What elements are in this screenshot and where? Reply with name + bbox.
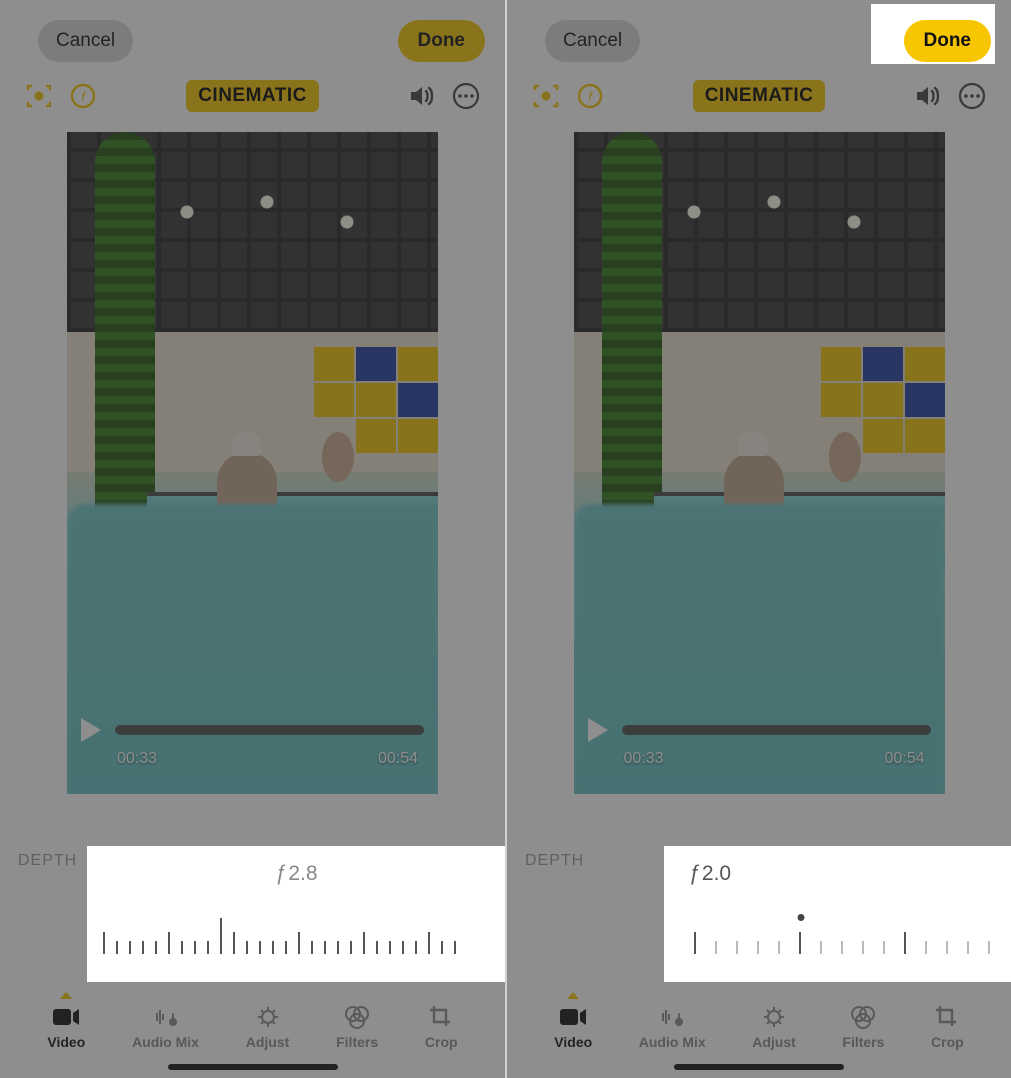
done-button[interactable]: Done — [398, 20, 486, 62]
bottom-tabs: Video Audio Mix Adjust Filters Crop — [0, 1004, 505, 1050]
depth-slider[interactable] — [688, 912, 1001, 960]
svg-text:f: f — [588, 89, 593, 104]
active-tab-dot-icon — [60, 992, 72, 999]
svg-text:f: f — [81, 89, 86, 104]
filters-icon — [342, 1004, 372, 1030]
aperture-icon[interactable]: f — [68, 81, 98, 111]
play-icon[interactable] — [81, 718, 101, 742]
active-tab-dot-icon — [567, 992, 579, 999]
phone-right: Cancel Done f CINEMATIC 00:33 00:54 — [505, 0, 1011, 1078]
top-bar: Cancel Done — [0, 0, 505, 72]
tab-label: Crop — [931, 1034, 964, 1050]
scrubber[interactable] — [622, 725, 931, 735]
bottom-tabs: Video Audio Mix Adjust Filters Crop — [507, 1004, 1011, 1050]
tab-label: Crop — [425, 1034, 458, 1050]
icon-bar: f CINEMATIC — [0, 72, 505, 112]
cinematic-badge[interactable]: CINEMATIC — [693, 80, 826, 112]
depth-control[interactable]: ƒ2.8 — [87, 846, 505, 982]
depth-control[interactable]: ƒ2.0 — [664, 846, 1011, 982]
done-button[interactable]: Done — [904, 20, 992, 62]
tab-label: Filters — [842, 1034, 884, 1050]
volume-icon[interactable] — [407, 81, 437, 111]
tab-crop[interactable]: Crop — [425, 1004, 458, 1050]
tab-label: Audio Mix — [639, 1034, 706, 1050]
scrubber[interactable] — [115, 725, 424, 735]
adjust-icon — [759, 1004, 789, 1030]
audiomix-icon — [657, 1004, 687, 1030]
depth-slider[interactable] — [97, 912, 495, 960]
depth-label: DEPTH — [18, 846, 77, 870]
tab-adjust[interactable]: Adjust — [246, 1004, 290, 1050]
tab-filters[interactable]: Filters — [842, 1004, 884, 1050]
tab-audiomix[interactable]: Audio Mix — [132, 1004, 199, 1050]
cinematic-badge[interactable]: CINEMATIC — [186, 80, 319, 112]
video-preview[interactable]: 00:33 00:54 — [65, 130, 440, 796]
volume-icon[interactable] — [913, 81, 943, 111]
home-indicator — [674, 1064, 844, 1070]
tab-audiomix[interactable]: Audio Mix — [639, 1004, 706, 1050]
scrubber-row — [81, 718, 424, 742]
crop-icon — [426, 1004, 456, 1030]
tab-video[interactable]: Video — [47, 1004, 85, 1050]
home-indicator — [168, 1064, 338, 1070]
tab-label: Adjust — [752, 1034, 796, 1050]
cancel-button[interactable]: Cancel — [38, 20, 133, 62]
depth-row: DEPTH ƒ2.8 — [0, 796, 505, 982]
tab-video[interactable]: Video — [554, 1004, 592, 1050]
aperture-icon[interactable]: f — [575, 81, 605, 111]
audiomix-icon — [151, 1004, 181, 1030]
adjust-icon — [253, 1004, 283, 1030]
scrubber-row — [588, 718, 931, 742]
fstop-value: ƒ2.8 — [275, 862, 318, 886]
tab-crop[interactable]: Crop — [931, 1004, 964, 1050]
time-total: 00:54 — [884, 750, 924, 768]
play-icon[interactable] — [588, 718, 608, 742]
time-current: 00:33 — [624, 750, 664, 768]
more-icon[interactable] — [451, 81, 481, 111]
tab-adjust[interactable]: Adjust — [752, 1004, 796, 1050]
tab-label: Audio Mix — [132, 1034, 199, 1050]
tab-label: Video — [554, 1034, 592, 1050]
tab-label: Adjust — [246, 1034, 290, 1050]
crop-icon — [932, 1004, 962, 1030]
time-current: 00:33 — [117, 750, 157, 768]
time-row: 00:33 00:54 — [117, 750, 418, 768]
more-icon[interactable] — [957, 81, 987, 111]
phone-left: Cancel Done f CINEMATIC 00:33 00:54 — [0, 0, 505, 1078]
depth-row: DEPTH ƒ2.0 — [507, 796, 1011, 982]
filters-icon — [848, 1004, 878, 1030]
tab-label: Video — [47, 1034, 85, 1050]
time-total: 00:54 — [378, 750, 418, 768]
center-dot-icon — [797, 914, 804, 921]
fstop-value: ƒ2.0 — [688, 862, 731, 886]
tab-filters[interactable]: Filters — [336, 1004, 378, 1050]
cancel-button[interactable]: Cancel — [545, 20, 640, 62]
focus-mode-icon[interactable] — [531, 81, 561, 111]
icon-bar: f CINEMATIC — [507, 72, 1011, 112]
video-icon — [51, 1004, 81, 1030]
video-icon — [558, 1004, 588, 1030]
depth-label: DEPTH — [525, 846, 584, 870]
focus-mode-icon[interactable] — [24, 81, 54, 111]
video-preview[interactable]: 00:33 00:54 — [572, 130, 947, 796]
tab-label: Filters — [336, 1034, 378, 1050]
time-row: 00:33 00:54 — [624, 750, 925, 768]
